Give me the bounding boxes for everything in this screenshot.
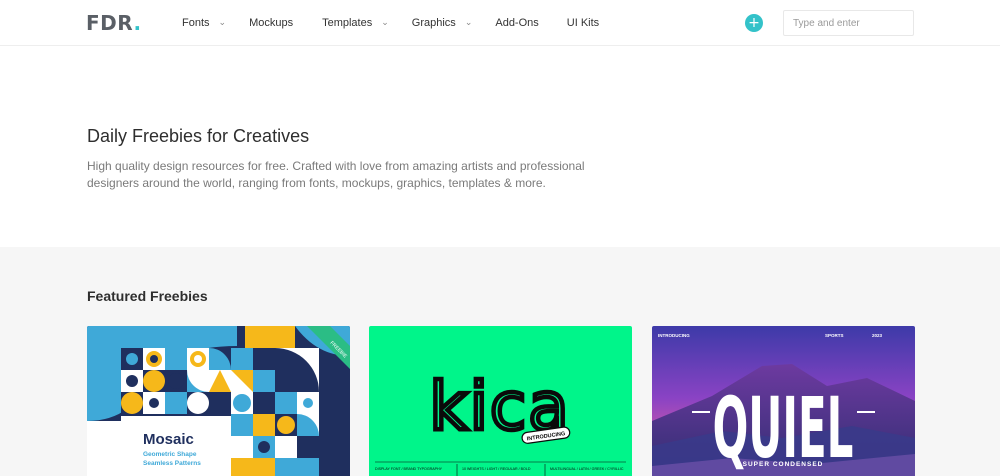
hero-description: High quality design resources for free. … (87, 159, 585, 190)
quiel-intro: INTRODUCING (658, 333, 690, 338)
kica-footer-3: MULTILINGUAL / LATIN / GREEK / CYRILLIC (550, 467, 624, 471)
featured-card-kica[interactable]: kica INTRODUCING DISPLAY FONT / BRAND TY… (369, 326, 632, 476)
nav-item-templates[interactable]: Templates ⌄ (322, 16, 389, 30)
nav-label: UI Kits (566, 17, 600, 29)
mosaic-subtitle-1: Geometric Shape (143, 451, 197, 458)
chevron-down-icon: ⌄ (218, 16, 227, 27)
search-input[interactable] (783, 10, 914, 36)
kica-thumbnail: kica INTRODUCING DISPLAY FONT / BRAND TY… (369, 326, 632, 476)
quiel-thumbnail: INTRODUCING SPORTS 2023 QUIEL SUPER COND… (652, 326, 915, 476)
featured-section: Featured Freebies FREEBIE Mosaic Geometr… (0, 247, 1000, 476)
nav-item-graphics[interactable]: Graphics ⌄ (411, 16, 473, 30)
chevron-down-icon: ⌄ (381, 16, 389, 27)
logo-text: FDR (86, 11, 134, 35)
nav-item-fonts[interactable]: Fonts ⌄ (182, 16, 227, 30)
chevron-down-icon: ⌄ (464, 16, 473, 27)
featured-card-mosaic[interactable]: FREEBIE Mosaic Geometric Shape Seamless … (87, 326, 350, 476)
featured-card-quiel[interactable]: INTRODUCING SPORTS 2023 QUIEL SUPER COND… (652, 326, 915, 476)
quiel-meta-1: SPORTS (825, 333, 844, 338)
main-nav: Fonts ⌄ Mockups Templates ⌄ Graphics ⌄ Add-… (182, 0, 599, 46)
nav-label: Templates (322, 17, 373, 29)
page-title: Daily Freebies for Creatives (87, 126, 310, 146)
nav-item-mockups[interactable]: Mockups (249, 17, 293, 29)
add-button[interactable]: + (745, 14, 763, 32)
nav-item-add-ons[interactable]: Add-Ons (495, 17, 538, 29)
mosaic-title: Mosaic (143, 431, 194, 448)
plus-icon: + (748, 15, 760, 31)
nav-label: Add-Ons (495, 17, 539, 29)
site-logo[interactable]: FDR. (86, 11, 142, 35)
nav-item-ui-kits[interactable]: UI Kits (567, 17, 599, 29)
top-header: FDR. Fonts ⌄ Mockups Templates ⌄ Graphics ⌄… (0, 0, 1000, 46)
kica-footer-1: DISPLAY FONT / BRAND TYPOGRAPHY (375, 467, 443, 471)
nav-label: Fonts (182, 17, 210, 29)
quiel-subtitle: SUPER CONDENSED (743, 461, 824, 468)
nav-label: Mockups (249, 17, 294, 29)
kica-footer-2: 10 WEIGHTS / LIGHT / REGULAR / BOLD (462, 467, 531, 471)
quiel-meta-2: 2023 (872, 333, 883, 338)
mosaic-thumbnail: FREEBIE Mosaic Geometric Shape Seamless … (87, 326, 350, 476)
nav-label: Graphics (411, 17, 456, 29)
section-title: Featured Freebies (87, 288, 208, 304)
mosaic-subtitle-2: Seamless Patterns (143, 460, 201, 467)
logo-dot: . (133, 11, 142, 35)
